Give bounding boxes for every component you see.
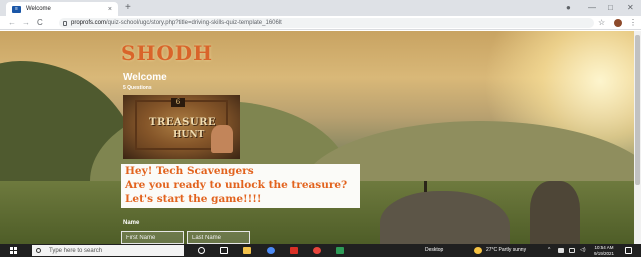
browser-menu-icon[interactable]: ⋮ (629, 17, 637, 29)
reload-button[interactable]: C (37, 17, 43, 29)
clock-date: 9/19/2021 (594, 250, 615, 256)
new-tab-button[interactable]: + (125, 2, 131, 14)
question-count: 5 Questions (123, 85, 152, 91)
first-name-input[interactable] (121, 231, 184, 244)
treasure-hunt-image: 6 TREASURE HUNT (123, 95, 240, 159)
windows-start-icon[interactable] (10, 247, 17, 254)
taskbar-search-box[interactable]: Type here to search (32, 245, 184, 256)
excel-icon[interactable] (336, 247, 344, 254)
battery-icon[interactable] (569, 248, 575, 253)
acrobat-icon[interactable] (290, 247, 298, 254)
weather-text[interactable]: 27°C Partly sunny (486, 247, 526, 254)
url-host: proprofs.com (71, 20, 107, 26)
notification-icon[interactable] (625, 247, 632, 254)
lock-icon[interactable] (63, 20, 67, 26)
tray-chevron-icon[interactable]: ^ (548, 247, 550, 254)
quiz-brand-title: SHODH (121, 41, 214, 65)
file-explorer-icon[interactable] (243, 247, 251, 254)
proprofs-favicon-icon: ≡ (12, 5, 21, 13)
image-hand (211, 125, 233, 153)
taskbar-search-placeholder: Type here to search (49, 247, 103, 254)
forward-button[interactable]: → (22, 17, 30, 29)
welcome-heading: Welcome (123, 72, 167, 83)
chrome-icon[interactable] (267, 247, 275, 254)
background-rock (530, 181, 580, 244)
profile-avatar[interactable] (614, 19, 622, 27)
weather-sun-icon[interactable] (474, 247, 482, 254)
scrollbar-thumb[interactable] (635, 35, 640, 185)
task-view-icon[interactable] (220, 247, 228, 254)
tab-title: Welcome (26, 6, 51, 12)
url-path: /quiz-school/ugc/story.php?title=driving… (106, 20, 282, 26)
intro-message-box: Hey! Tech Scavengers Are you ready to un… (121, 164, 360, 208)
browser-tab-bar: ≡ Welcome × + ● — □ ✕ (0, 0, 641, 16)
tab-close-icon[interactable]: × (108, 6, 112, 13)
account-circle-icon[interactable]: ● (566, 2, 571, 14)
address-bar[interactable]: proprofs.com /quiz-school/ugc/story.php?… (59, 18, 594, 28)
address-bar-row: ← → C proprofs.com /quiz-school/ugc/stor… (0, 16, 641, 30)
page-scrollbar[interactable] (634, 31, 641, 244)
cortana-icon[interactable] (198, 247, 205, 254)
maximize-button[interactable]: □ (608, 2, 613, 14)
desktop-toolbar-label[interactable]: Desktop (425, 247, 443, 254)
back-button[interactable]: ← (8, 17, 16, 29)
browser-tab[interactable]: ≡ Welcome × (6, 2, 118, 16)
windows-taskbar: Type here to search Desktop 27°C Partly … (0, 244, 641, 257)
background-hiker-figure (424, 181, 427, 192)
bookmark-star-icon[interactable]: ☆ (598, 17, 605, 29)
chrome-app-icon[interactable] (313, 247, 321, 254)
intro-message-line: Hey! Tech Scavengers (125, 165, 254, 177)
volume-icon[interactable]: ◁) (580, 247, 586, 254)
intro-message-line: Let's start the game!!!! (125, 193, 262, 205)
image-text-treasure: TREASURE (149, 117, 217, 128)
network-icon[interactable] (558, 248, 564, 253)
taskbar-clock[interactable]: 10:54 AM 9/19/2021 (594, 245, 614, 256)
last-name-input[interactable] (187, 231, 250, 244)
close-window-button[interactable]: ✕ (627, 2, 634, 14)
image-text-hunt: HUNT (173, 130, 205, 140)
quiz-page: SHODH Welcome 5 Questions 6 TREASURE HUN… (0, 31, 634, 244)
clock-time: 10:54 AM (594, 245, 614, 250)
search-icon (36, 248, 41, 253)
minimize-button[interactable]: — (588, 2, 596, 14)
intro-message-line: Are you ready to unlock the treasure? (125, 179, 348, 191)
image-badge: 6 (171, 98, 185, 107)
name-label: Name (123, 220, 140, 226)
